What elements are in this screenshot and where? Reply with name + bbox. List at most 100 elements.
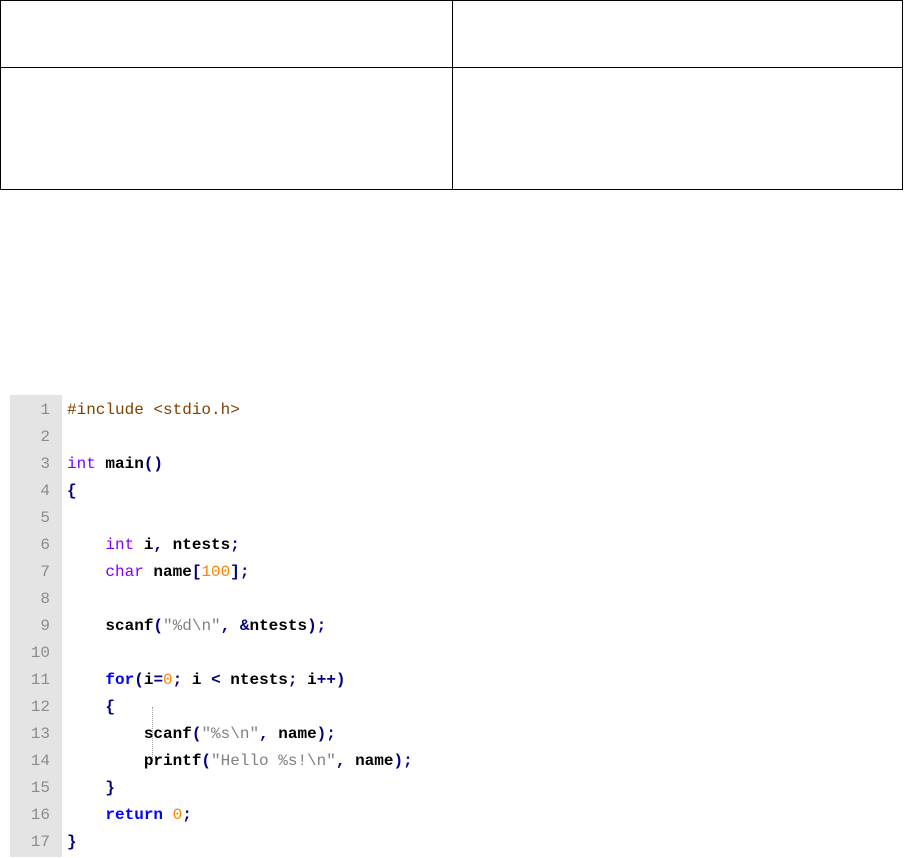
code-line: 8 xyxy=(10,586,904,613)
code-line: 6 int i, ntests; xyxy=(10,532,904,559)
code-token: ); xyxy=(307,617,327,635)
code-token: { xyxy=(105,698,116,716)
code-token: ); xyxy=(393,752,413,770)
code-token: i xyxy=(143,671,154,689)
code-token: scanf xyxy=(67,617,154,635)
table-cell-input-header xyxy=(0,0,453,69)
code-token: ( xyxy=(153,617,164,635)
code-token: int xyxy=(67,455,96,473)
code-text: } xyxy=(67,829,77,856)
line-number: 6 xyxy=(40,536,50,554)
code-token: "Hello %s!\n" xyxy=(211,752,336,770)
line-number: 15 xyxy=(30,779,50,797)
code-text: printf("Hello %s!\n", name); xyxy=(67,748,413,775)
line-number: 10 xyxy=(30,644,50,662)
code-text: return 0; xyxy=(67,802,192,829)
code-token: name xyxy=(143,563,192,581)
code-line: 1 #include <stdio.h> xyxy=(10,397,904,424)
code-token: return xyxy=(105,806,164,824)
code-line: 4{ xyxy=(10,478,904,505)
code-token: ntests xyxy=(163,536,231,554)
code-token: i xyxy=(134,536,154,554)
code-token: ]; xyxy=(230,563,250,581)
code-token: int xyxy=(105,536,135,554)
line-number: 7 xyxy=(40,563,50,581)
table-cell-output xyxy=(452,67,903,190)
code-token: 100 xyxy=(201,563,231,581)
code-token: [ xyxy=(191,563,202,581)
line-number: 8 xyxy=(40,590,50,608)
code-token: for xyxy=(105,671,135,689)
code-line: 15 } xyxy=(10,775,904,802)
code-token: ntests xyxy=(249,617,308,635)
table-cell-input xyxy=(0,67,453,190)
code-token: () xyxy=(143,455,164,473)
code-token: ( xyxy=(191,725,202,743)
code-line: 10 xyxy=(10,640,904,667)
code-token: scanf xyxy=(67,725,192,743)
code-token: ntests xyxy=(220,671,288,689)
code-token: , xyxy=(153,536,164,554)
code-token: , xyxy=(259,725,269,743)
code-token: < xyxy=(211,671,221,689)
code-token: = xyxy=(153,671,164,689)
line-number: 17 xyxy=(30,833,50,851)
code-token: ++) xyxy=(316,671,346,689)
code-token: ; xyxy=(287,671,298,689)
code-token: ( xyxy=(201,752,212,770)
code-text: { xyxy=(67,478,77,505)
code-line: 14 printf("Hello %s!\n", name); xyxy=(10,748,904,775)
line-number: 13 xyxy=(30,725,50,743)
code-token: } xyxy=(105,779,116,797)
code-token: ; xyxy=(182,806,192,824)
line-number: 12 xyxy=(30,698,50,716)
code-token: { xyxy=(67,482,77,500)
code-token: , xyxy=(220,617,231,635)
code-text: int main() xyxy=(67,451,163,478)
code-token: "%s\n" xyxy=(201,725,260,743)
code-token: ; xyxy=(172,671,183,689)
line-number: 16 xyxy=(30,806,50,824)
code-text: { xyxy=(67,694,115,721)
code-token: #include <stdio.h> xyxy=(67,401,240,419)
code-token: i xyxy=(182,671,212,689)
code-text: scanf("%d\n", &ntests); xyxy=(67,613,326,640)
line-number: 5 xyxy=(40,509,50,527)
code-line: 5 xyxy=(10,505,904,532)
code-line: 12 { xyxy=(10,694,904,721)
code-token: printf xyxy=(67,752,202,770)
code-text: #include <stdio.h> xyxy=(67,397,240,424)
code-token: name xyxy=(345,752,394,770)
line-number: 4 xyxy=(40,482,50,500)
code-token: 0 xyxy=(172,806,183,824)
code-line: 11 for(i=0; i < ntests; i++) xyxy=(10,667,904,694)
io-table xyxy=(0,0,903,190)
code-token: i xyxy=(297,671,317,689)
code-text: } xyxy=(67,775,115,802)
code-text: for(i=0; i < ntests; i++) xyxy=(67,667,346,694)
code-token: name xyxy=(268,725,317,743)
table-row xyxy=(0,0,903,69)
code-token: "%d\n" xyxy=(163,617,221,635)
code-text: scanf("%s\n", name); xyxy=(67,721,336,748)
code-line: 7 char name[100]; xyxy=(10,559,904,586)
code-text: int i, ntests; xyxy=(67,532,240,559)
line-number: 11 xyxy=(30,671,50,689)
code-line: 2 xyxy=(10,424,904,451)
code-line: 13 scanf("%s\n", name); xyxy=(10,721,904,748)
code-token: ); xyxy=(316,725,336,743)
line-number: 1 xyxy=(40,401,50,419)
table-row xyxy=(0,67,903,190)
code-text: char name[100]; xyxy=(67,559,249,586)
code-listing: 1 #include <stdio.h> 2 3 int main() 4{5 6 int … xyxy=(10,395,904,857)
code-token: ; xyxy=(230,536,240,554)
line-number: 2 xyxy=(40,428,50,446)
